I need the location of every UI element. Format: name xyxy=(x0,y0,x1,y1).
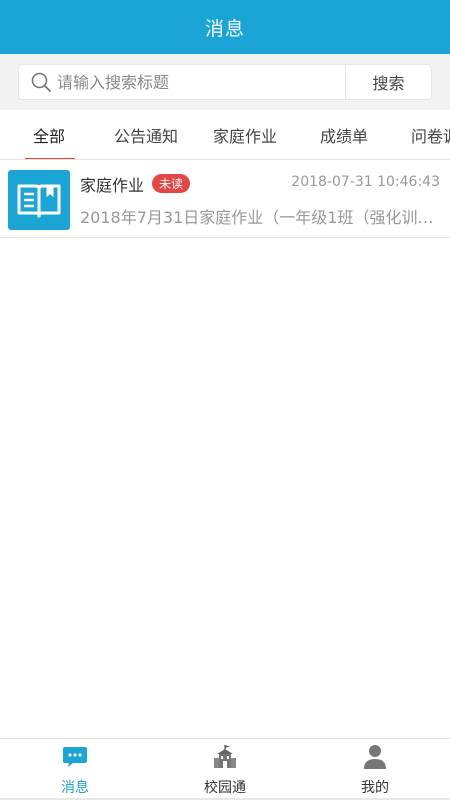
search-area: 搜索 xyxy=(0,54,450,110)
message-item[interactable]: 家庭作业 未读 2018-07-31 10:46:43 2018年7月31日家庭… xyxy=(0,160,450,238)
message-title: 家庭作业 xyxy=(80,176,145,195)
search-input[interactable] xyxy=(57,72,345,92)
message-summary: 2018年7月31日家庭作业（一年级1班（强化训练）） xyxy=(80,208,442,227)
nav-item-profile[interactable]: 我的 xyxy=(300,739,450,800)
page-title: 消息 xyxy=(204,17,245,40)
search-box: 搜索 xyxy=(18,64,432,100)
title-bar: 消息 xyxy=(0,0,450,54)
tab-survey[interactable]: 问卷调 xyxy=(411,110,450,159)
nav-label-profile: 我的 xyxy=(361,779,389,796)
nav-label-messages: 消息 xyxy=(61,779,89,796)
unread-badge: 未读 xyxy=(152,174,191,193)
search-button[interactable]: 搜索 xyxy=(345,64,431,100)
category-tabs: 全部 公告通知 家庭作业 成绩单 问卷调 xyxy=(0,110,450,160)
nav-label-campus: 校园通 xyxy=(204,779,246,796)
nav-item-messages[interactable]: 消息 xyxy=(0,739,150,800)
tab-all[interactable]: 全部 xyxy=(33,110,65,159)
message-time: 2018-07-31 10:46:43 xyxy=(291,174,440,190)
book-icon xyxy=(8,170,70,230)
school-icon xyxy=(212,743,238,771)
chat-icon xyxy=(62,743,88,771)
bottom-nav: 消息 校园通 我的 xyxy=(0,738,450,800)
tab-homework[interactable]: 家庭作业 xyxy=(213,110,277,159)
user-icon xyxy=(363,743,387,771)
tab-transcript[interactable]: 成绩单 xyxy=(320,110,368,159)
tab-announcements[interactable]: 公告通知 xyxy=(114,110,178,159)
nav-item-campus[interactable]: 校园通 xyxy=(150,739,300,800)
search-icon xyxy=(19,71,57,93)
